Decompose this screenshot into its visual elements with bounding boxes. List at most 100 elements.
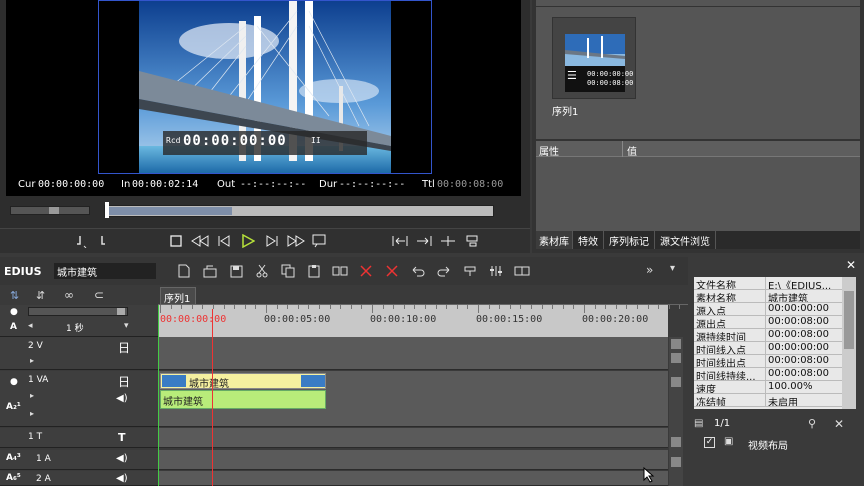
speaker-icon[interactable]: ◀) xyxy=(116,473,128,484)
layout-options-icon[interactable]: ⚲ xyxy=(808,417,816,430)
speaker-icon[interactable]: ◀) xyxy=(116,393,128,404)
stop-button[interactable] xyxy=(164,231,188,251)
tab-bin[interactable]: 素材库 xyxy=(536,231,573,249)
info-row[interactable]: 源持续时间 00:00:08:00 xyxy=(694,329,842,342)
track-header-1t[interactable]: 1 T T xyxy=(0,428,158,448)
project-name-field[interactable]: 城市建筑 xyxy=(54,263,156,279)
scroll-arrow-icon[interactable] xyxy=(671,353,681,363)
play-button[interactable] xyxy=(236,231,260,251)
ruler-tick xyxy=(658,305,660,309)
track-header-1a[interactable]: A₄³ 1 A ◀) xyxy=(0,450,158,470)
tab-markers[interactable]: 序列标记 xyxy=(604,231,655,249)
shuttle-knob[interactable] xyxy=(49,207,59,214)
preview-frame[interactable]: Rcd 00:00:00:00 II xyxy=(98,0,432,174)
col-value[interactable]: 值 xyxy=(627,143,637,158)
fast-forward-button[interactable] xyxy=(284,231,308,251)
info-row[interactable]: 素材名称 城市建筑 xyxy=(694,290,842,303)
playhead-marker[interactable] xyxy=(105,202,109,218)
more-tools-icon[interactable]: » xyxy=(646,263,653,277)
ripple-delete-icon[interactable] xyxy=(380,261,404,281)
marker-icon[interactable] xyxy=(458,261,482,281)
set-out-icon[interactable] xyxy=(92,231,116,251)
track-header-1va[interactable]: ● 1 VA 日 ▸ ◀) A₂¹ ▸ xyxy=(0,371,158,427)
step-forward-button[interactable] xyxy=(260,231,284,251)
video-sync-icon[interactable]: ● xyxy=(10,377,18,387)
info-row[interactable]: 速度 100.00% xyxy=(694,381,842,394)
scroll-arrow-icon[interactable] xyxy=(671,437,681,447)
track-header-2a[interactable]: A₆⁵ 2 A ◀) xyxy=(0,471,158,486)
info-row[interactable]: 源出点 00:00:08:00 xyxy=(694,316,842,329)
layout-icon[interactable] xyxy=(510,261,534,281)
scroll-arrow-icon[interactable] xyxy=(671,457,681,467)
track-name-1t: 1 T xyxy=(28,432,43,442)
video-mute-icon[interactable]: 日 xyxy=(118,373,130,390)
tab-source-browser[interactable]: 源文件浏览 xyxy=(655,231,716,249)
lock-icon[interactable]: ● xyxy=(10,307,18,317)
rewind-button[interactable] xyxy=(188,231,212,251)
redo-icon[interactable] xyxy=(432,261,456,281)
expand-arrow-icon[interactable]: ▸ xyxy=(30,409,34,418)
layout-checkbox[interactable]: ✓ xyxy=(704,437,715,448)
replace-icon[interactable] xyxy=(436,231,460,251)
track-header-2v[interactable]: 2 V ▸ 日 xyxy=(0,337,158,370)
info-row[interactable]: 文件名称 E:\《EDIUS... xyxy=(694,277,842,290)
scroll-arrow-icon[interactable] xyxy=(671,339,681,349)
vertical-scrollbar[interactable] xyxy=(669,337,683,486)
scroll-thumb[interactable] xyxy=(844,291,854,349)
cut-icon[interactable] xyxy=(250,261,274,281)
info-row[interactable]: 源入点 00:00:00:00 xyxy=(694,303,842,316)
info-row[interactable]: 冻结帧 未启用 xyxy=(694,394,842,407)
info-row[interactable]: 时间线出点 00:00:08:00 xyxy=(694,355,842,368)
delete-icon[interactable] xyxy=(354,261,378,281)
overwrite-icon[interactable] xyxy=(412,231,436,251)
undo-icon[interactable] xyxy=(406,261,430,281)
position-bar[interactable] xyxy=(104,202,494,218)
audio-clip[interactable]: 城市建筑 xyxy=(160,390,326,409)
ripple-mode-icon[interactable]: ⊂ xyxy=(94,288,104,302)
set-in-icon[interactable] xyxy=(68,231,92,251)
info-row[interactable]: 时间线入点 00:00:00:00 xyxy=(694,342,842,355)
track-lane-2v[interactable] xyxy=(158,337,668,370)
new-sequence-icon[interactable] xyxy=(172,261,196,281)
track-expand-icon[interactable]: ⇅ xyxy=(10,289,19,302)
shuttle-slider[interactable] xyxy=(10,206,90,215)
layout-item-label[interactable]: 视频布局 xyxy=(748,437,788,452)
timeline-cursor[interactable] xyxy=(158,305,159,486)
info-scrollbar[interactable] xyxy=(842,277,856,409)
expand-arrow-icon[interactable]: ▸ xyxy=(30,391,34,400)
time-ruler[interactable]: 00:00:00:00 00:00:05:00 00:00:10:00 00:0… xyxy=(158,305,691,337)
track-lane-1t[interactable] xyxy=(158,428,668,448)
ruler-tick xyxy=(562,305,564,309)
loop-button[interactable] xyxy=(308,231,332,251)
step-back-button[interactable] xyxy=(212,231,236,251)
mixer-icon[interactable] xyxy=(484,261,508,281)
link-icon[interactable] xyxy=(328,261,352,281)
menu-dropdown-icon[interactable]: ▾ xyxy=(670,263,675,274)
scroll-arrow-icon[interactable] xyxy=(671,377,681,387)
close-icon[interactable]: ✕ xyxy=(834,417,844,431)
save-icon[interactable] xyxy=(224,261,248,281)
scale-left-icon[interactable]: ◂ xyxy=(28,321,33,331)
copy-icon[interactable] xyxy=(276,261,300,281)
scale-dropdown-icon[interactable]: ▾ xyxy=(124,321,129,331)
video-clip[interactable]: 城市建筑 xyxy=(160,373,326,390)
speaker-icon[interactable]: ◀) xyxy=(116,453,128,464)
timeline-scale[interactable]: 1 秒 xyxy=(66,321,84,334)
bin-clip[interactable]: ☰ 00:00:00:00 00:00:08:00 xyxy=(552,17,636,99)
expand-arrow-icon[interactable]: ▸ xyxy=(30,356,34,365)
sync-icon[interactable]: ∞ xyxy=(64,288,74,302)
col-attr[interactable]: 属性 xyxy=(539,143,559,158)
zoom-slider[interactable] xyxy=(28,307,128,316)
match-frame-icon[interactable] xyxy=(460,231,484,251)
track-lane-2a[interactable] xyxy=(158,471,668,486)
open-project-icon[interactable] xyxy=(198,261,222,281)
insert-icon[interactable] xyxy=(388,231,412,251)
sequence-tab[interactable]: 序列1 xyxy=(160,287,196,305)
track-collapse-icon[interactable]: ⇵ xyxy=(36,289,45,302)
paste-icon[interactable] xyxy=(302,261,326,281)
close-icon[interactable]: ✕ xyxy=(846,258,856,272)
info-row[interactable]: 时间线持续... 00:00:08:00 xyxy=(694,368,842,381)
track-lane-1a[interactable] xyxy=(158,450,668,470)
tab-effects[interactable]: 特效 xyxy=(573,231,604,249)
video-mute-icon[interactable]: 日 xyxy=(118,339,130,356)
